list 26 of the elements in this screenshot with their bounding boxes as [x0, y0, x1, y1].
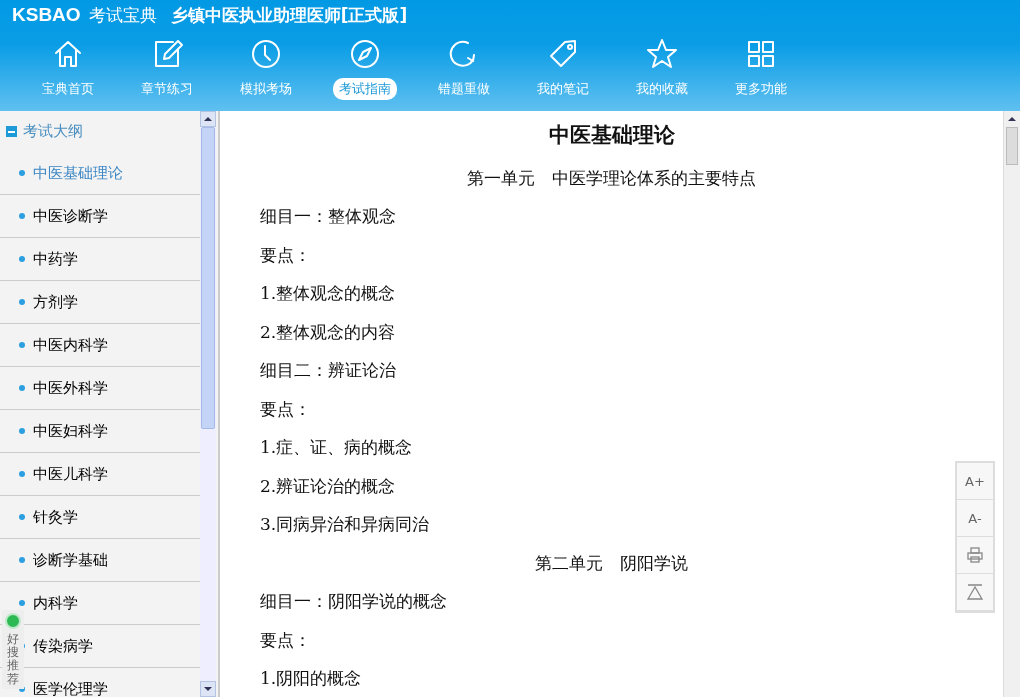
printer-icon [966, 546, 984, 564]
collapse-icon[interactable] [6, 126, 17, 137]
outline-line: 要点： [260, 628, 311, 652]
content-scrollbar[interactable] [1003, 111, 1020, 697]
outline-line: 细目一：阴阳学说的概念 [260, 590, 447, 614]
unit-heading: 第一单元 中医学理论体系的主要特点 [467, 166, 756, 190]
nav-tab[interactable]: 考试指南 [332, 78, 397, 100]
outline-line: 要点： [260, 243, 311, 267]
outline-line: 2.辨证论治的概念 [260, 474, 396, 498]
sidebar-heading[interactable]: 考试大纲 [23, 122, 83, 141]
outline-line: 细目一：整体观念 [260, 205, 396, 229]
outline-line: 细目二：辨证论治 [260, 359, 396, 383]
outline-line: 1.症、证、病的概念 [260, 436, 413, 460]
brand-logo: KSBAO [12, 4, 81, 26]
outline-line: 1.阴阳的概念 [260, 667, 362, 691]
outline-line: 1.整体观念的概念 [260, 282, 396, 306]
brand-name: 考试宝典 [88, 3, 157, 27]
sidebar-scrollbar[interactable] [200, 111, 216, 697]
recommend-badge[interactable]: 好搜推荐 [2, 610, 24, 689]
outline-line: 要点： [260, 397, 311, 421]
outline-line: 3.同病异治和异病同治 [260, 513, 430, 537]
triangle-icon [966, 583, 984, 601]
document-title: 中医基础理论 [548, 122, 675, 149]
unit-heading: 第二单元 阴阳学说 [535, 551, 688, 575]
app-title: 乡镇中医执业助理医师[正式版] [170, 3, 408, 27]
outline-line: 2.整体观念的内容 [260, 320, 396, 344]
